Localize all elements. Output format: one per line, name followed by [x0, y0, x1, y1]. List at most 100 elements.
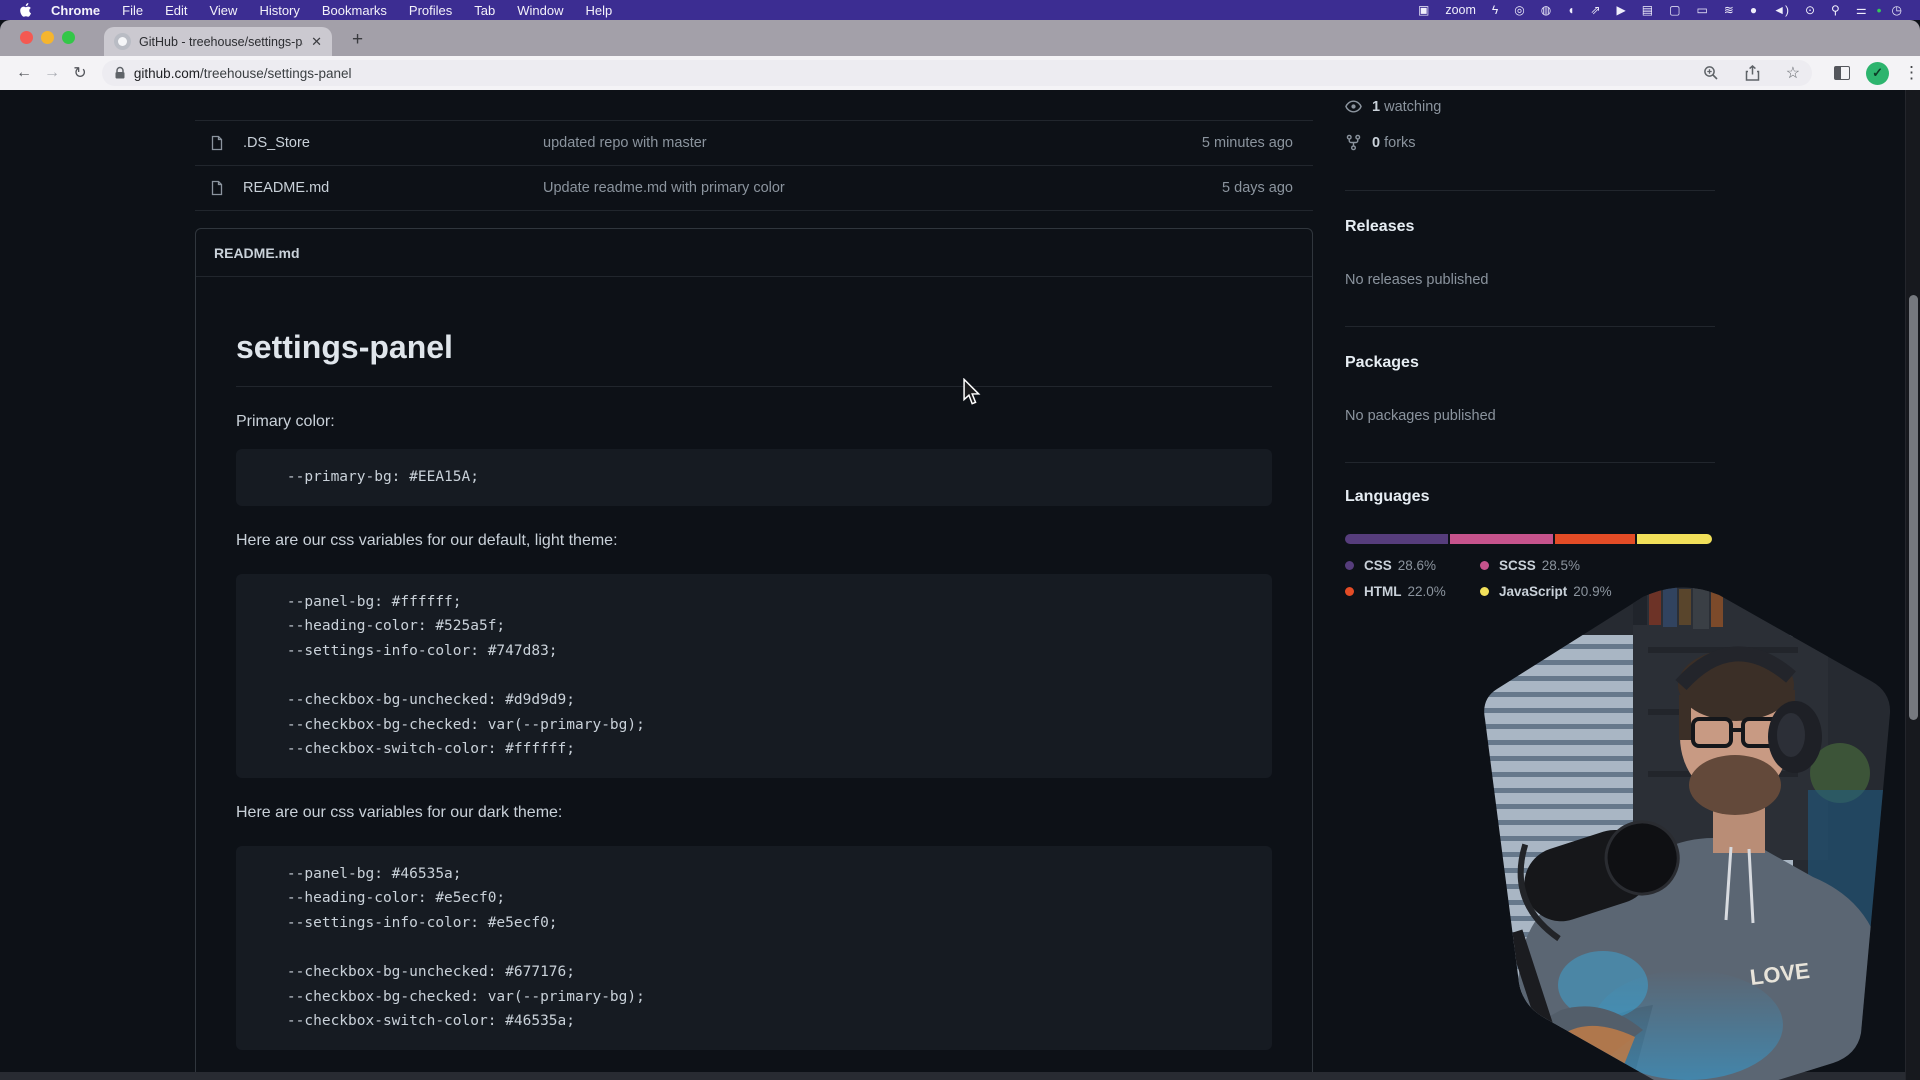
battery-icon[interactable]: ▭ [1688, 3, 1715, 17]
zoom-window-button[interactable] [62, 31, 75, 44]
menu-window[interactable]: Window [506, 3, 574, 18]
apple-menu[interactable] [18, 2, 32, 18]
readme-paragraph: Here are our css variables for our dark … [236, 804, 1272, 822]
new-tab-button[interactable]: + [352, 29, 363, 51]
user-circle-icon[interactable]: ⊙ [1797, 3, 1823, 17]
github-page: .DS_Store updated repo with master 5 min… [0, 90, 1920, 1080]
readme-paragraph: Here are our css variables for our defau… [236, 532, 1272, 550]
commit-time-link[interactable]: 5 days ago [1222, 180, 1293, 196]
code-line: --checkbox-bg-unchecked: #677176; [252, 960, 1256, 985]
reload-button[interactable]: ↻ [66, 63, 94, 83]
paddle-icon[interactable]: ◍ [1533, 3, 1559, 17]
packages-heading[interactable]: Packages [1345, 354, 1419, 372]
language-bar-css[interactable] [1345, 534, 1448, 544]
file-name-link[interactable]: README.md [243, 180, 543, 196]
menu-help[interactable]: Help [575, 3, 624, 18]
watching-count: 1 [1372, 99, 1380, 115]
language-bar-scss[interactable] [1450, 534, 1553, 544]
zoom-page-icon[interactable] [1703, 65, 1719, 81]
play-circle-icon[interactable]: ▶ [1609, 3, 1634, 17]
code-line [252, 936, 1256, 961]
back-button[interactable]: ← [10, 64, 38, 82]
menu-view[interactable]: View [198, 3, 248, 18]
readme-paragraph: Primary color: [236, 413, 1272, 431]
code-line: --primary-bg: #EEA15A; [252, 465, 1256, 490]
keyboard-icon[interactable]: ▤ [1634, 3, 1661, 17]
volume-icon[interactable]: ◄) [1765, 3, 1797, 17]
watching-label: watching [1384, 99, 1441, 115]
eye-icon [1345, 98, 1362, 115]
macos-menubar: Chrome File Edit View History Bookmarks … [0, 0, 1920, 20]
releases-heading[interactable]: Releases [1345, 218, 1414, 236]
green-status-dot: • [1875, 2, 1884, 18]
file-name-link[interactable]: .DS_Store [243, 135, 543, 151]
screen-mirroring-icon[interactable]: ▣ [1410, 3, 1437, 17]
wifi-icon[interactable]: ≋ [1716, 3, 1742, 17]
flash-icon[interactable]: ϟ [1484, 3, 1506, 17]
language-name: HTML [1364, 584, 1402, 599]
language-scss-link[interactable]: SCSS 28.5% [1480, 558, 1615, 573]
language-pct: 22.0% [1408, 584, 1446, 599]
readme-header: README.md [196, 229, 1312, 277]
github-favicon [114, 33, 131, 50]
record-icon[interactable]: ◎ [1506, 3, 1532, 17]
cleanshot-icon[interactable]: ◖ [1559, 3, 1582, 17]
menu-chrome[interactable]: Chrome [40, 3, 111, 18]
css-dot-icon [1345, 561, 1354, 570]
scrollbar-thumb[interactable] [1909, 295, 1918, 720]
table-row[interactable]: README.md Update readme.md with primary … [195, 166, 1313, 211]
browser-tab[interactable]: GitHub - treehouse/settings-pa ✕ [104, 27, 332, 56]
menu-bookmarks[interactable]: Bookmarks [311, 3, 398, 18]
url-path: /treehouse/settings-panel [200, 66, 352, 81]
bookmark-star-icon[interactable]: ☆ [1786, 63, 1800, 83]
language-bar-html[interactable] [1555, 534, 1634, 544]
language-html-link[interactable]: HTML 22.0% [1345, 584, 1480, 599]
forks-count: 0 [1372, 135, 1380, 151]
fork-icon [1345, 134, 1362, 151]
menu-edit[interactable]: Edit [154, 3, 198, 18]
dnd-icon[interactable]: ● [1742, 3, 1765, 17]
code-block-light-theme: --panel-bg: #ffffff; --heading-color: #5… [236, 574, 1272, 778]
spotlight-icon[interactable]: ⚲ [1823, 3, 1848, 17]
close-window-button[interactable] [20, 31, 33, 44]
divider [1345, 190, 1715, 191]
tab-strip: GitHub - treehouse/settings-pa ✕ + [0, 20, 1920, 56]
control-center-icon[interactable]: ⚌ [1848, 3, 1875, 17]
url-host: github.com [134, 66, 200, 81]
window-icon[interactable]: ▢ [1661, 3, 1688, 17]
code-line: --panel-bg: #ffffff; [252, 590, 1256, 615]
languages-heading: Languages [1345, 488, 1429, 506]
code-line: --checkbox-bg-checked: var(--primary-bg)… [252, 985, 1256, 1010]
rocket-icon[interactable]: ⇗ [1582, 3, 1608, 17]
menu-file[interactable]: File [111, 3, 154, 18]
table-row[interactable]: .DS_Store updated repo with master 5 min… [195, 121, 1313, 166]
profile-avatar[interactable]: ✓ [1866, 62, 1889, 85]
code-block-primary: --primary-bg: #EEA15A; [236, 449, 1272, 506]
forward-button[interactable]: → [38, 64, 66, 82]
watching-link[interactable]: 1 watching [1345, 98, 1441, 115]
code-line: --checkbox-switch-color: #46535a; [252, 1009, 1256, 1034]
commit-time-link[interactable]: 5 minutes ago [1202, 135, 1293, 151]
language-css-link[interactable]: CSS 28.6% [1345, 558, 1480, 573]
commit-message-link[interactable]: updated repo with master [543, 135, 1202, 151]
commit-message-link[interactable]: Update readme.md with primary color [543, 180, 1222, 196]
browser-menu-icon[interactable]: ⋮ [1903, 63, 1920, 83]
scss-dot-icon [1480, 561, 1489, 570]
divider [1345, 326, 1715, 327]
language-bar-javascript[interactable] [1637, 534, 1712, 544]
forks-link[interactable]: 0 forks [1345, 134, 1416, 151]
share-icon[interactable] [1745, 65, 1760, 81]
menu-tab[interactable]: Tab [463, 3, 506, 18]
menu-profiles[interactable]: Profiles [398, 3, 463, 18]
page-scrollbar[interactable] [1905, 90, 1920, 1080]
menubar-status-area: ▣ zoom ϟ ◎ ◍ ◖ ⇗ ▶ ▤ ▢ ▭ ≋ ● ◄) ⊙ ⚲ ⚌ • … [1410, 2, 1910, 18]
tab-close-icon[interactable]: ✕ [303, 34, 322, 50]
side-panel-icon[interactable] [1834, 66, 1850, 80]
clock-icon[interactable]: ◷ [1884, 3, 1910, 17]
zoom-menu-item[interactable]: zoom [1437, 3, 1484, 17]
lock-icon[interactable] [114, 66, 126, 80]
address-bar[interactable]: github.com/treehouse/settings-panel ☆ [102, 60, 1812, 86]
minimize-window-button[interactable] [41, 31, 54, 44]
releases-empty-text: No releases published [1345, 272, 1488, 288]
menu-history[interactable]: History [248, 3, 310, 18]
